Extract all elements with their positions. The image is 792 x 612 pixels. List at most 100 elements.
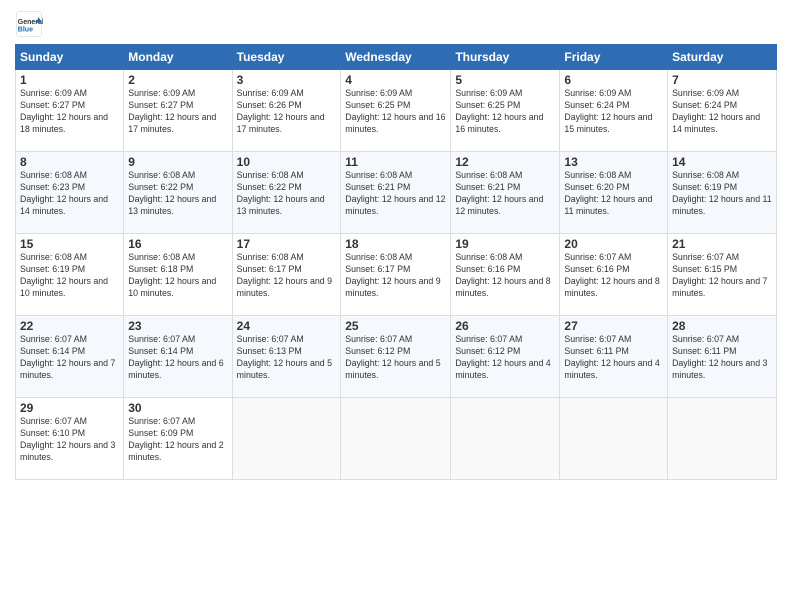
calendar-week-row: 22 Sunrise: 6:07 AMSunset: 6:14 PMDaylig… bbox=[16, 316, 777, 398]
col-wednesday: Wednesday bbox=[341, 45, 451, 70]
calendar-cell: 19 Sunrise: 6:08 AMSunset: 6:16 PMDaylig… bbox=[451, 234, 560, 316]
day-number: 18 bbox=[345, 237, 446, 251]
calendar-cell: 24 Sunrise: 6:07 AMSunset: 6:13 PMDaylig… bbox=[232, 316, 341, 398]
calendar-week-row: 29 Sunrise: 6:07 AMSunset: 6:10 PMDaylig… bbox=[16, 398, 777, 480]
day-number: 27 bbox=[564, 319, 663, 333]
day-number: 28 bbox=[672, 319, 772, 333]
day-number: 29 bbox=[20, 401, 119, 415]
calendar-cell: 16 Sunrise: 6:08 AMSunset: 6:18 PMDaylig… bbox=[124, 234, 232, 316]
calendar-cell: 20 Sunrise: 6:07 AMSunset: 6:16 PMDaylig… bbox=[560, 234, 668, 316]
calendar-cell: 6 Sunrise: 6:09 AMSunset: 6:24 PMDayligh… bbox=[560, 70, 668, 152]
calendar-cell: 28 Sunrise: 6:07 AMSunset: 6:11 PMDaylig… bbox=[668, 316, 777, 398]
calendar-cell: 17 Sunrise: 6:08 AMSunset: 6:17 PMDaylig… bbox=[232, 234, 341, 316]
day-number: 16 bbox=[128, 237, 227, 251]
day-number: 14 bbox=[672, 155, 772, 169]
day-detail: Sunrise: 6:08 AMSunset: 6:22 PMDaylight:… bbox=[128, 170, 216, 216]
calendar-cell: 12 Sunrise: 6:08 AMSunset: 6:21 PMDaylig… bbox=[451, 152, 560, 234]
calendar-cell: 10 Sunrise: 6:08 AMSunset: 6:22 PMDaylig… bbox=[232, 152, 341, 234]
calendar-header-row: Sunday Monday Tuesday Wednesday Thursday… bbox=[16, 45, 777, 70]
day-detail: Sunrise: 6:08 AMSunset: 6:17 PMDaylight:… bbox=[237, 252, 332, 298]
day-number: 23 bbox=[128, 319, 227, 333]
day-detail: Sunrise: 6:08 AMSunset: 6:18 PMDaylight:… bbox=[128, 252, 216, 298]
day-detail: Sunrise: 6:07 AMSunset: 6:12 PMDaylight:… bbox=[345, 334, 440, 380]
calendar-cell bbox=[451, 398, 560, 480]
logo: General Blue bbox=[15, 10, 47, 38]
day-detail: Sunrise: 6:07 AMSunset: 6:12 PMDaylight:… bbox=[455, 334, 550, 380]
logo-icon: General Blue bbox=[15, 10, 43, 38]
calendar-cell bbox=[668, 398, 777, 480]
calendar-cell: 13 Sunrise: 6:08 AMSunset: 6:20 PMDaylig… bbox=[560, 152, 668, 234]
calendar-cell bbox=[232, 398, 341, 480]
day-number: 6 bbox=[564, 73, 663, 87]
day-number: 20 bbox=[564, 237, 663, 251]
col-tuesday: Tuesday bbox=[232, 45, 341, 70]
day-detail: Sunrise: 6:09 AMSunset: 6:24 PMDaylight:… bbox=[672, 88, 760, 134]
calendar-cell: 1 Sunrise: 6:09 AMSunset: 6:27 PMDayligh… bbox=[16, 70, 124, 152]
day-number: 10 bbox=[237, 155, 337, 169]
col-sunday: Sunday bbox=[16, 45, 124, 70]
calendar-cell: 14 Sunrise: 6:08 AMSunset: 6:19 PMDaylig… bbox=[668, 152, 777, 234]
day-detail: Sunrise: 6:07 AMSunset: 6:11 PMDaylight:… bbox=[672, 334, 767, 380]
calendar-cell: 21 Sunrise: 6:07 AMSunset: 6:15 PMDaylig… bbox=[668, 234, 777, 316]
calendar-cell: 22 Sunrise: 6:07 AMSunset: 6:14 PMDaylig… bbox=[16, 316, 124, 398]
day-detail: Sunrise: 6:09 AMSunset: 6:24 PMDaylight:… bbox=[564, 88, 652, 134]
day-number: 17 bbox=[237, 237, 337, 251]
day-detail: Sunrise: 6:07 AMSunset: 6:15 PMDaylight:… bbox=[672, 252, 767, 298]
day-detail: Sunrise: 6:07 AMSunset: 6:14 PMDaylight:… bbox=[128, 334, 223, 380]
col-friday: Friday bbox=[560, 45, 668, 70]
day-detail: Sunrise: 6:08 AMSunset: 6:21 PMDaylight:… bbox=[455, 170, 543, 216]
calendar-week-row: 8 Sunrise: 6:08 AMSunset: 6:23 PMDayligh… bbox=[16, 152, 777, 234]
col-monday: Monday bbox=[124, 45, 232, 70]
calendar-cell bbox=[560, 398, 668, 480]
day-detail: Sunrise: 6:09 AMSunset: 6:27 PMDaylight:… bbox=[128, 88, 216, 134]
calendar-week-row: 1 Sunrise: 6:09 AMSunset: 6:27 PMDayligh… bbox=[16, 70, 777, 152]
day-detail: Sunrise: 6:08 AMSunset: 6:17 PMDaylight:… bbox=[345, 252, 440, 298]
day-number: 9 bbox=[128, 155, 227, 169]
day-number: 26 bbox=[455, 319, 555, 333]
calendar-cell: 11 Sunrise: 6:08 AMSunset: 6:21 PMDaylig… bbox=[341, 152, 451, 234]
calendar-cell: 5 Sunrise: 6:09 AMSunset: 6:25 PMDayligh… bbox=[451, 70, 560, 152]
calendar-cell bbox=[341, 398, 451, 480]
calendar-week-row: 15 Sunrise: 6:08 AMSunset: 6:19 PMDaylig… bbox=[16, 234, 777, 316]
day-number: 1 bbox=[20, 73, 119, 87]
day-number: 25 bbox=[345, 319, 446, 333]
day-detail: Sunrise: 6:09 AMSunset: 6:26 PMDaylight:… bbox=[237, 88, 325, 134]
day-detail: Sunrise: 6:07 AMSunset: 6:09 PMDaylight:… bbox=[128, 416, 223, 462]
day-detail: Sunrise: 6:07 AMSunset: 6:16 PMDaylight:… bbox=[564, 252, 659, 298]
day-number: 11 bbox=[345, 155, 446, 169]
calendar-cell: 18 Sunrise: 6:08 AMSunset: 6:17 PMDaylig… bbox=[341, 234, 451, 316]
calendar-cell: 27 Sunrise: 6:07 AMSunset: 6:11 PMDaylig… bbox=[560, 316, 668, 398]
day-number: 5 bbox=[455, 73, 555, 87]
day-detail: Sunrise: 6:08 AMSunset: 6:21 PMDaylight:… bbox=[345, 170, 445, 216]
day-number: 19 bbox=[455, 237, 555, 251]
day-detail: Sunrise: 6:08 AMSunset: 6:19 PMDaylight:… bbox=[20, 252, 108, 298]
calendar-cell: 2 Sunrise: 6:09 AMSunset: 6:27 PMDayligh… bbox=[124, 70, 232, 152]
calendar-cell: 26 Sunrise: 6:07 AMSunset: 6:12 PMDaylig… bbox=[451, 316, 560, 398]
page-container: General Blue Sunday Monday Tuesday Wedne… bbox=[0, 0, 792, 490]
header: General Blue bbox=[15, 10, 777, 38]
day-detail: Sunrise: 6:08 AMSunset: 6:16 PMDaylight:… bbox=[455, 252, 550, 298]
day-detail: Sunrise: 6:09 AMSunset: 6:27 PMDaylight:… bbox=[20, 88, 108, 134]
day-number: 15 bbox=[20, 237, 119, 251]
day-detail: Sunrise: 6:07 AMSunset: 6:11 PMDaylight:… bbox=[564, 334, 659, 380]
calendar-cell: 4 Sunrise: 6:09 AMSunset: 6:25 PMDayligh… bbox=[341, 70, 451, 152]
day-detail: Sunrise: 6:08 AMSunset: 6:23 PMDaylight:… bbox=[20, 170, 108, 216]
calendar-cell: 15 Sunrise: 6:08 AMSunset: 6:19 PMDaylig… bbox=[16, 234, 124, 316]
day-number: 8 bbox=[20, 155, 119, 169]
day-number: 22 bbox=[20, 319, 119, 333]
day-number: 13 bbox=[564, 155, 663, 169]
col-thursday: Thursday bbox=[451, 45, 560, 70]
day-detail: Sunrise: 6:07 AMSunset: 6:13 PMDaylight:… bbox=[237, 334, 332, 380]
day-detail: Sunrise: 6:09 AMSunset: 6:25 PMDaylight:… bbox=[455, 88, 543, 134]
calendar-cell: 9 Sunrise: 6:08 AMSunset: 6:22 PMDayligh… bbox=[124, 152, 232, 234]
day-number: 24 bbox=[237, 319, 337, 333]
calendar-cell: 8 Sunrise: 6:08 AMSunset: 6:23 PMDayligh… bbox=[16, 152, 124, 234]
day-detail: Sunrise: 6:09 AMSunset: 6:25 PMDaylight:… bbox=[345, 88, 445, 134]
day-detail: Sunrise: 6:08 AMSunset: 6:20 PMDaylight:… bbox=[564, 170, 652, 216]
day-number: 7 bbox=[672, 73, 772, 87]
day-detail: Sunrise: 6:08 AMSunset: 6:19 PMDaylight:… bbox=[672, 170, 772, 216]
day-detail: Sunrise: 6:07 AMSunset: 6:14 PMDaylight:… bbox=[20, 334, 115, 380]
calendar-cell: 30 Sunrise: 6:07 AMSunset: 6:09 PMDaylig… bbox=[124, 398, 232, 480]
day-detail: Sunrise: 6:08 AMSunset: 6:22 PMDaylight:… bbox=[237, 170, 325, 216]
day-number: 2 bbox=[128, 73, 227, 87]
